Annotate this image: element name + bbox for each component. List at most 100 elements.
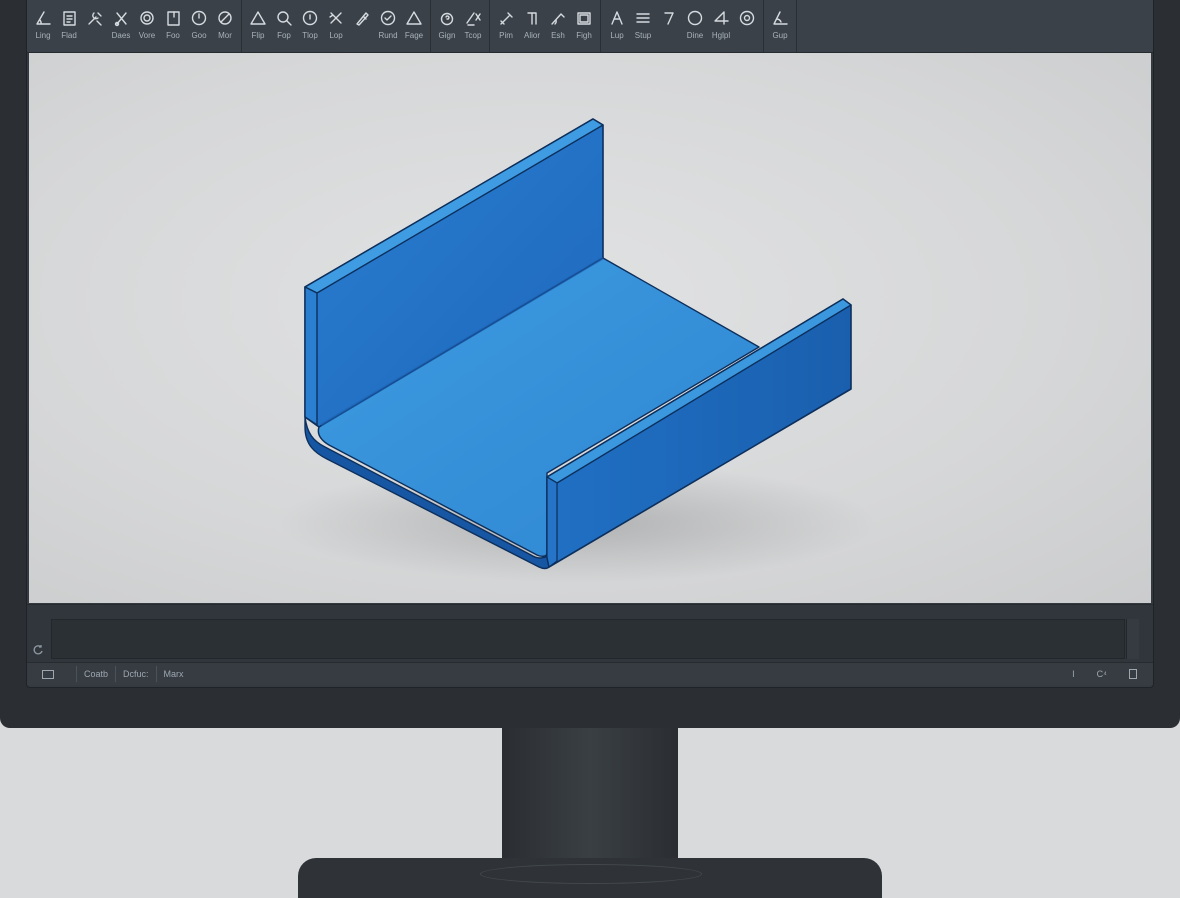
command-input[interactable] xyxy=(51,619,1125,659)
tool-label: Fage xyxy=(404,31,424,40)
question-circle-icon xyxy=(437,8,457,28)
tool-button-tools[interactable] xyxy=(82,0,108,52)
tool-button-hook[interactable] xyxy=(656,0,682,52)
target-icon xyxy=(378,8,398,28)
tool-button-ling[interactable]: Ling xyxy=(30,0,56,52)
triangle-outline-icon xyxy=(404,8,424,28)
tool-label: Lop xyxy=(329,31,343,40)
lines-icon xyxy=(633,8,653,28)
command-scrollbar[interactable] xyxy=(1126,619,1139,659)
info-circle-icon xyxy=(300,8,320,28)
page-icon xyxy=(163,8,183,28)
angle-icon xyxy=(770,8,790,28)
status-tab-2[interactable]: Dcfuc: xyxy=(115,666,156,682)
tool-button-tlop[interactable]: Tlop xyxy=(297,0,323,52)
wrench-icon xyxy=(496,8,516,28)
tool-label: Alior xyxy=(523,31,540,40)
tool-button-fage[interactable]: Fage xyxy=(401,0,427,52)
3d-viewport[interactable] xyxy=(29,53,1151,603)
tool-button-daes[interactable]: Daes xyxy=(108,0,134,52)
at-icon xyxy=(737,8,757,28)
tool-button-flip[interactable]: Flip xyxy=(245,0,271,52)
tool-button-figh[interactable]: Figh xyxy=(571,0,597,52)
tool-label: Mor xyxy=(218,31,232,40)
circle-icon xyxy=(137,8,157,28)
tools-icon xyxy=(85,8,105,28)
four-icon xyxy=(711,8,731,28)
tool-label: Stup xyxy=(634,31,652,40)
clock-icon xyxy=(189,8,209,28)
tool-button-dine[interactable]: Dine xyxy=(682,0,708,52)
toolbar-group-5: Lup Stup Dine Hglpl xyxy=(601,0,764,52)
tool-label: Rund xyxy=(378,31,398,40)
search-icon xyxy=(274,8,294,28)
circle-outline-icon xyxy=(685,8,705,28)
status-tab-3[interactable]: Marx xyxy=(155,666,191,682)
cad-application-window: Ling Flad Daes Vore Foo Goo Mor Flip Fop Tlop Lop R… xyxy=(26,0,1154,688)
tool-button-gup[interactable]: Gup xyxy=(767,0,793,52)
tool-label: Ling xyxy=(35,31,51,40)
status-sync[interactable]: C⁴ xyxy=(1097,669,1107,679)
toolbar-group-3: Gign Tcop xyxy=(431,0,490,52)
command-history-icon[interactable] xyxy=(31,643,45,657)
clipboard-icon xyxy=(59,8,79,28)
model-space-icon[interactable] xyxy=(42,669,54,679)
cross-arrows-icon xyxy=(326,8,346,28)
tool-button-tcop[interactable]: Tcop xyxy=(460,0,486,52)
tool-label: Foo xyxy=(166,31,180,40)
scissors-icon xyxy=(111,8,131,28)
back-flange-left-edge xyxy=(304,286,318,426)
sheet-metal-part[interactable] xyxy=(29,53,1151,603)
tool-button-flad[interactable]: Flad xyxy=(56,0,82,52)
fullscreen-icon[interactable] xyxy=(1129,669,1137,679)
toolbar-group-2: Flip Fop Tlop Lop Rund Fage xyxy=(242,0,431,52)
tool-label: Lup xyxy=(610,31,624,40)
tool-label: Pim xyxy=(499,31,513,40)
pen-icon xyxy=(352,8,372,28)
triangle-icon xyxy=(248,8,268,28)
tool-button-lup[interactable]: Lup xyxy=(604,0,630,52)
tool-label: Hglpl xyxy=(711,31,731,40)
status-bar: Coatb Dcfuc: Marx I C⁴ xyxy=(27,662,1153,685)
tool-label: Flip xyxy=(251,31,265,40)
tool-button-stup[interactable]: Stup xyxy=(630,0,656,52)
monitor-stand-neck xyxy=(502,728,678,873)
toolbar-group-6: Gup xyxy=(764,0,797,52)
bracket-icon xyxy=(522,8,542,28)
tool-button-pen[interactable] xyxy=(349,0,375,52)
tool-label: Dine xyxy=(686,31,704,40)
tool-button-hglpl[interactable]: Hglpl xyxy=(708,0,734,52)
tool-button-esh[interactable]: Esh xyxy=(545,0,571,52)
status-tab-1[interactable]: Coatb xyxy=(76,666,115,682)
tool-label: Daes xyxy=(111,31,131,40)
compass-icon xyxy=(607,8,627,28)
tool-button-at[interactable] xyxy=(734,0,760,52)
tool-label: Tcop xyxy=(464,31,482,40)
tool-label: Goo xyxy=(191,31,207,40)
tool-button-lop[interactable]: Lop xyxy=(323,0,349,52)
hook-icon xyxy=(659,8,679,28)
tool-button-fop[interactable]: Fop xyxy=(271,0,297,52)
monitor-bezel: Ling Flad Daes Vore Foo Goo Mor Flip Fop Tlop Lop R… xyxy=(0,0,1180,728)
tool-label: Vore xyxy=(138,31,156,40)
toolbar-group-4: Pim Alior Esh Figh xyxy=(490,0,601,52)
tool-button-gign[interactable]: Gign xyxy=(434,0,460,52)
tool-button-rund[interactable]: Rund xyxy=(375,0,401,52)
tool-button-alior[interactable]: Alior xyxy=(519,0,545,52)
tool-label: Esh xyxy=(551,31,565,40)
angle-line-icon xyxy=(33,8,53,28)
tool-button-vore[interactable]: Vore xyxy=(134,0,160,52)
monitor-stand-ring xyxy=(480,864,702,884)
tool-label: Gup xyxy=(772,31,788,40)
edit-icon xyxy=(215,8,235,28)
status-indicator[interactable]: I xyxy=(1072,669,1075,679)
ribbon-toolbar: Ling Flad Daes Vore Foo Goo Mor Flip Fop Tlop Lop R… xyxy=(27,0,1153,53)
tool-button-foo[interactable]: Foo xyxy=(160,0,186,52)
right-flange-inner-face xyxy=(546,476,558,568)
tool-label: Gign xyxy=(438,31,456,40)
tool-button-pim[interactable]: Pim xyxy=(493,0,519,52)
measure-icon xyxy=(548,8,568,28)
tool-button-mor[interactable]: Mor xyxy=(212,0,238,52)
tool-button-goo[interactable]: Goo xyxy=(186,0,212,52)
pencil-x-icon xyxy=(463,8,483,28)
